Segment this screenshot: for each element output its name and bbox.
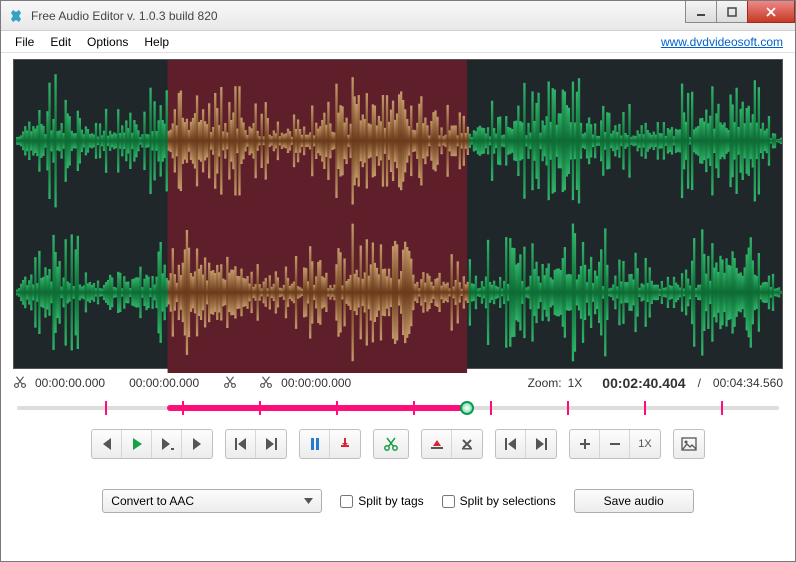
waveform-panel[interactable] xyxy=(13,59,783,369)
chevron-down-icon xyxy=(304,498,313,504)
playhead-time: 00:02:40.404 xyxy=(602,375,685,391)
zoom-value: 1X xyxy=(568,376,583,390)
maximize-button[interactable] xyxy=(716,1,748,23)
pause-button[interactable] xyxy=(300,430,330,458)
total-duration: 00:04:34.560 xyxy=(713,376,783,390)
menubar: File Edit Options Help www.dvdvideosoft.… xyxy=(1,31,795,53)
delete-button[interactable] xyxy=(452,430,482,458)
skip-forward-button[interactable] xyxy=(256,430,286,458)
timeline-slider[interactable] xyxy=(13,397,783,419)
cursor-time: 00:00:00.000 xyxy=(281,376,351,390)
skip-back-button[interactable] xyxy=(226,430,256,458)
playhead-handle[interactable] xyxy=(460,401,474,415)
minimize-button[interactable] xyxy=(685,1,717,23)
selection-range[interactable] xyxy=(167,405,467,411)
split-by-selections-label: Split by selections xyxy=(460,494,556,508)
selection-end-time: 00:00:00.000 xyxy=(129,376,199,390)
zoom-in-button[interactable] xyxy=(570,430,600,458)
go-start-button[interactable] xyxy=(496,430,526,458)
selection-start-time: 00:00:00.000 xyxy=(35,376,105,390)
record-button[interactable] xyxy=(330,430,360,458)
crop-button[interactable] xyxy=(422,430,452,458)
footer-bar: Convert to AAC Split by tags Split by se… xyxy=(13,489,783,513)
convert-format-combo[interactable]: Convert to AAC xyxy=(102,489,322,513)
scissors-icon xyxy=(223,375,239,391)
convert-format-label: Convert to AAC xyxy=(111,494,194,508)
website-link[interactable]: www.dvdvideosoft.com xyxy=(655,33,789,51)
split-by-tags-label: Split by tags xyxy=(358,494,423,508)
scissors-icon xyxy=(13,375,29,391)
window-title: Free Audio Editor v. 1.0.3 build 820 xyxy=(31,9,686,23)
play-button[interactable] xyxy=(122,430,152,458)
image-button[interactable] xyxy=(674,430,704,458)
play-selection-button[interactable] xyxy=(152,430,182,458)
separator: / xyxy=(698,376,701,390)
split-by-tags-input[interactable] xyxy=(340,495,353,508)
save-audio-button[interactable]: Save audio xyxy=(574,489,694,513)
menu-help[interactable]: Help xyxy=(136,33,177,51)
split-by-tags-checkbox[interactable]: Split by tags xyxy=(340,494,423,508)
close-button[interactable] xyxy=(747,1,795,23)
app-window: Free Audio Editor v. 1.0.3 build 820 Fil… xyxy=(0,0,796,562)
toolbar: 1X xyxy=(13,429,783,459)
forward-button[interactable] xyxy=(182,430,212,458)
zoom-label: Zoom: xyxy=(528,376,562,390)
rewind-button[interactable] xyxy=(92,430,122,458)
split-by-selections-input[interactable] xyxy=(442,495,455,508)
zoom-reset-button[interactable]: 1X xyxy=(630,430,660,458)
cut-button[interactable] xyxy=(374,430,408,458)
window-controls xyxy=(686,1,795,23)
menu-file[interactable]: File xyxy=(7,33,42,51)
scissors-icon xyxy=(259,375,275,391)
go-end-button[interactable] xyxy=(526,430,556,458)
titlebar[interactable]: Free Audio Editor v. 1.0.3 build 820 xyxy=(1,1,795,31)
menu-edit[interactable]: Edit xyxy=(42,33,79,51)
zoom-out-button[interactable] xyxy=(600,430,630,458)
menu-options[interactable]: Options xyxy=(79,33,136,51)
split-by-selections-checkbox[interactable]: Split by selections xyxy=(442,494,556,508)
app-icon xyxy=(9,8,25,24)
